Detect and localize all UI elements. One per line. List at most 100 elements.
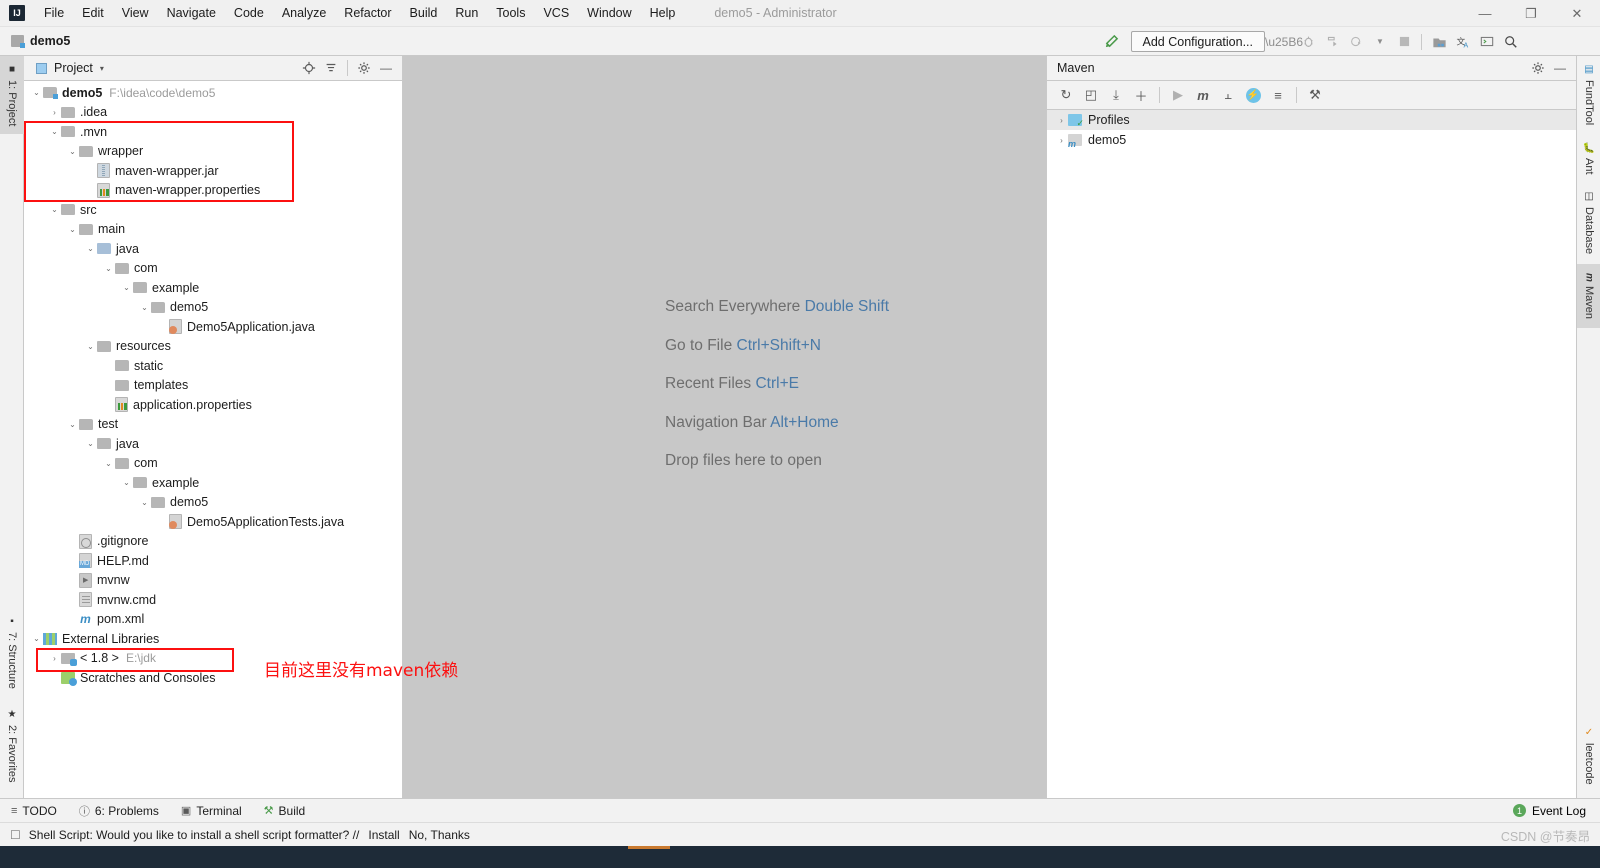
search-icon[interactable] <box>1500 31 1522 53</box>
menu-analyze[interactable]: Analyze <box>273 2 335 24</box>
skip-tests-icon[interactable]: ⫠ <box>1217 84 1239 106</box>
tree-row[interactable]: m pom.xml <box>24 610 402 630</box>
chevron-right-icon[interactable]: › <box>48 108 61 117</box>
tree-row[interactable]: ⌄ src <box>24 200 402 220</box>
chevron-down-icon[interactable]: ⌄ <box>84 342 97 351</box>
chevron-down-icon[interactable]: ⌄ <box>120 478 133 487</box>
locate-icon[interactable] <box>299 58 319 78</box>
tree-row[interactable]: ⌄ test <box>24 415 402 435</box>
project-file-tree[interactable]: ⌄ demo5 F:\idea\code\demo5 › .idea ⌄ .mvn ⌄ wrap… <box>24 81 402 798</box>
chevron-down-icon[interactable]: ▾ <box>100 64 104 73</box>
tree-row[interactable]: ⌄ example <box>24 278 402 298</box>
run-icon[interactable]: ▶ <box>1167 84 1189 106</box>
menu-navigate[interactable]: Navigate <box>158 2 225 24</box>
tree-row[interactable]: ⌄ com <box>24 454 402 474</box>
bottom-tab-terminal[interactable]: ▣ Terminal <box>170 799 253 823</box>
menu-edit[interactable]: Edit <box>73 2 113 24</box>
tree-row[interactable]: ⌄ java <box>24 434 402 454</box>
chevron-down-icon[interactable]: ⌄ <box>30 634 43 643</box>
menu-view[interactable]: View <box>113 2 158 24</box>
tree-row[interactable]: ⌄ resources <box>24 337 402 357</box>
stop-icon[interactable] <box>1393 31 1415 53</box>
tree-row[interactable]: ⌄ .mvn <box>24 122 402 142</box>
chevron-down-icon[interactable]: ⌄ <box>120 283 133 292</box>
collapse-all-icon[interactable] <box>321 58 341 78</box>
tree-row[interactable]: ⌄ External Libraries <box>24 629 402 649</box>
sidebar-item-maven[interactable]: m Maven <box>1577 264 1600 328</box>
maven-project-tree[interactable]: › Profiles › demo5 <box>1047 110 1576 798</box>
chevron-down-icon[interactable]: ⌄ <box>66 225 79 234</box>
maven-tree-row[interactable]: › Profiles <box>1047 110 1576 130</box>
tree-row[interactable]: static <box>24 356 402 376</box>
chevron-down-icon[interactable]: ⌄ <box>138 498 151 507</box>
minimize-button[interactable]: — <box>1462 0 1508 27</box>
tree-row[interactable]: maven-wrapper.jar <box>24 161 402 181</box>
bottom-tab-todo[interactable]: ≡ TODO <box>0 799 68 823</box>
tree-row[interactable]: templates <box>24 376 402 396</box>
install-link[interactable]: Install <box>368 828 399 842</box>
chevron-down-icon[interactable]: ▼ <box>1369 31 1391 53</box>
add-configuration-button[interactable]: Add Configuration... <box>1130 31 1265 52</box>
sidebar-item-project[interactable]: ■ 1: Project <box>0 56 24 134</box>
breadcrumb[interactable]: demo5 <box>11 34 70 48</box>
terminal-icon[interactable] <box>1476 31 1498 53</box>
menu-file[interactable]: File <box>35 2 73 24</box>
chevron-right-icon[interactable]: › <box>1055 116 1068 125</box>
chevron-down-icon[interactable]: ⌄ <box>48 205 61 214</box>
chevron-down-icon[interactable]: ⌄ <box>102 264 115 273</box>
bottom-tab-build[interactable]: ⚒ Build <box>253 799 317 823</box>
tree-row[interactable]: ⌄ main <box>24 220 402 240</box>
chevron-down-icon[interactable]: ⌄ <box>48 127 61 136</box>
profile-icon[interactable] <box>1345 31 1367 53</box>
menu-refactor[interactable]: Refactor <box>335 2 400 24</box>
download-sources-icon[interactable]: ⤓ <box>1105 84 1127 106</box>
tree-row[interactable]: HELP.md <box>24 551 402 571</box>
menu-build[interactable]: Build <box>401 2 447 24</box>
chevron-down-icon[interactable]: ⌄ <box>66 420 79 429</box>
tree-row[interactable]: Demo5ApplicationTests.java <box>24 512 402 532</box>
chevron-down-icon[interactable]: ⌄ <box>66 147 79 156</box>
tree-row[interactable]: ⌄ java <box>24 239 402 259</box>
tree-row[interactable]: › .idea <box>24 103 402 123</box>
tree-row[interactable]: ⌄ demo5 <box>24 298 402 318</box>
chevron-right-icon[interactable]: › <box>48 654 61 663</box>
maximize-button[interactable]: ❐ <box>1508 0 1554 27</box>
menu-run[interactable]: Run <box>446 2 487 24</box>
settings-wrench-icon[interactable]: ⚒ <box>1304 84 1326 106</box>
tree-row[interactable]: ⌄ demo5 F:\idea\code\demo5 <box>24 83 402 103</box>
reload-icon[interactable]: ↻ <box>1055 84 1077 106</box>
menu-vcs[interactable]: VCS <box>534 2 578 24</box>
sidebar-item-fundtool[interactable]: ▤ FundTool <box>1577 56 1600 134</box>
tree-row[interactable]: ⌄ wrapper <box>24 142 402 162</box>
toggle-offline-icon[interactable]: ⚡ <box>1242 84 1264 106</box>
execute-maven-goal-icon[interactable]: m <box>1192 84 1214 106</box>
tree-row[interactable]: ⌄ demo5 <box>24 493 402 513</box>
debug-icon[interactable] <box>1297 31 1319 53</box>
editor-area[interactable]: Search Everywhere Double Shift Go to File… <box>403 56 1046 798</box>
project-structure-icon[interactable] <box>1428 31 1450 53</box>
chevron-down-icon[interactable]: ⌄ <box>102 459 115 468</box>
gear-icon[interactable] <box>354 58 374 78</box>
menu-tools[interactable]: Tools <box>487 2 534 24</box>
run-icon[interactable]: \u25B6 <box>1265 31 1303 53</box>
sidebar-item-database[interactable]: ◫ Database <box>1577 182 1600 264</box>
menu-window[interactable]: Window <box>578 2 640 24</box>
sidebar-item-leetcode[interactable]: ✓ leetcode <box>1577 718 1600 794</box>
bottom-tab-problems[interactable]: ⓘ 6: Problems <box>68 799 170 823</box>
sidebar-item-ant[interactable]: 🐛 Ant <box>1577 134 1600 182</box>
sidebar-item-favorites[interactable]: ★ 2: Favorites <box>0 700 24 792</box>
collapse-all-icon[interactable]: ≡ <box>1267 84 1289 106</box>
tree-row[interactable]: Demo5Application.java <box>24 317 402 337</box>
event-log-button[interactable]: 1 Event Log <box>1512 804 1600 818</box>
maven-tree-row[interactable]: › demo5 <box>1047 130 1576 150</box>
tree-row[interactable]: .gitignore <box>24 532 402 552</box>
menu-help[interactable]: Help <box>641 2 685 24</box>
tree-row[interactable]: ⌄ com <box>24 259 402 279</box>
chevron-down-icon[interactable]: ⌄ <box>84 244 97 253</box>
tree-row[interactable]: maven-wrapper.properties <box>24 181 402 201</box>
translate-icon[interactable]: 文A <box>1452 31 1474 53</box>
tree-row[interactable]: application.properties <box>24 395 402 415</box>
chevron-down-icon[interactable]: ⌄ <box>138 303 151 312</box>
hide-panel-icon[interactable]: — <box>1550 58 1570 78</box>
tree-row[interactable]: ⌄ example <box>24 473 402 493</box>
